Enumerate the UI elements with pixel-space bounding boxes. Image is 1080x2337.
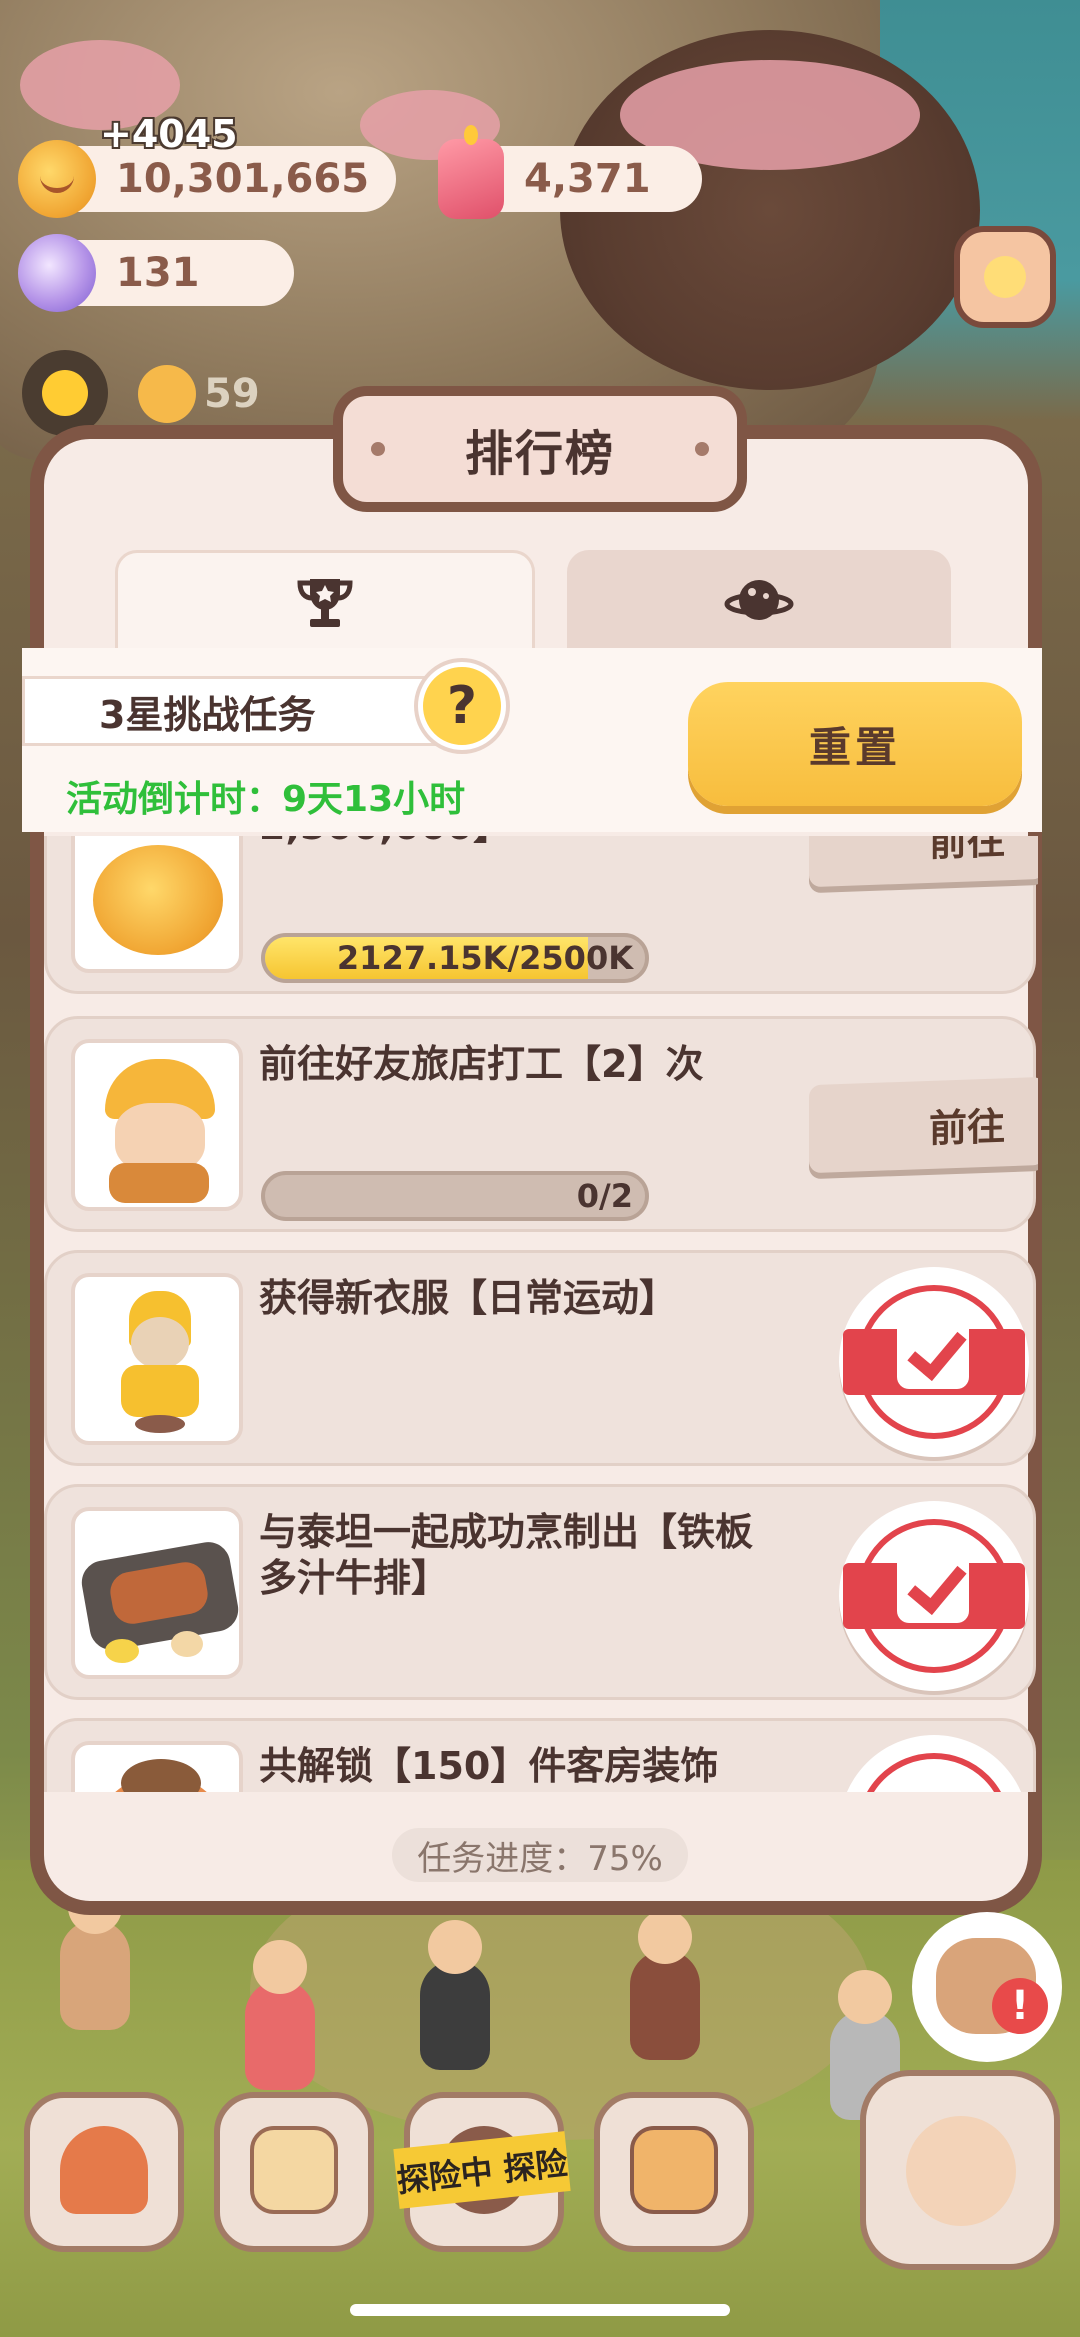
trophy-icon <box>297 579 353 627</box>
villager[interactable] <box>60 1880 130 2030</box>
crystal-candy-icon <box>18 234 96 312</box>
villager[interactable] <box>420 1920 490 2070</box>
dialog-title: 排行榜 <box>464 426 615 482</box>
crystal-counter[interactable]: 131 <box>18 234 294 312</box>
task-title: 2,500,000】 <box>259 836 779 849</box>
task-progress-text: 2127.15K/2500K <box>336 939 633 977</box>
completed-stamp-icon <box>839 1501 1029 1691</box>
task-progress-bar: 2127.15K/2500K <box>261 933 649 983</box>
outfit-doll-icon <box>71 1273 243 1445</box>
gem-counter[interactable]: 4,371 <box>438 125 702 219</box>
tab-planet[interactable] <box>567 550 951 650</box>
shop-icon <box>630 2126 718 2214</box>
completed-stamp-icon <box>839 1267 1029 1457</box>
task-card: 共解锁【150】件客房装饰 <box>44 1718 1036 1792</box>
question-icon: ? <box>446 676 478 736</box>
task-card: 与泰坦一起成功烹制出【铁板多汁牛排】 <box>44 1484 1036 1700</box>
go-label: 前往 <box>928 836 1005 865</box>
villager[interactable] <box>630 1910 700 2060</box>
nav-home-button[interactable] <box>24 2092 184 2252</box>
task-title: 获得新衣服【日常运动】 <box>259 1276 678 1320</box>
candle-gem-icon <box>438 125 504 219</box>
nav-notebook-button[interactable] <box>214 2092 374 2252</box>
task-card: 获得新衣服【日常运动】 <box>44 1250 1036 1466</box>
reset-label: 重置 <box>808 722 901 772</box>
reset-button[interactable]: 重置 <box>688 682 1022 806</box>
coin-gain: +4045 <box>100 112 238 156</box>
task-progress-summary: 任务进度：75% <box>392 1828 688 1882</box>
go-label: 前往 <box>928 1103 1005 1151</box>
event-countdown: 活动倒计时：9天13小时 <box>66 779 466 820</box>
sun-icon[interactable] <box>22 350 108 436</box>
notebook-icon <box>250 2126 338 2214</box>
task-progress-text: 0/2 <box>576 1177 633 1215</box>
mushroom-house-icon <box>60 2126 148 2214</box>
challenge-title: 3星挑战任务 <box>99 692 316 737</box>
dialog-title-plate: 排行榜 <box>333 386 747 512</box>
planet-icon <box>724 580 794 620</box>
go-button[interactable]: 前往 <box>809 836 1038 888</box>
help-button[interactable]: ? <box>418 662 506 750</box>
cookie-coin-icon <box>71 836 243 973</box>
home-indicator[interactable] <box>350 2304 730 2316</box>
coin-amount: 10,301,665 <box>116 156 370 202</box>
worker-girl-icon <box>71 1039 243 1211</box>
guest-icon <box>138 365 196 423</box>
steak-plate-icon <box>71 1507 243 1679</box>
guest-counter: 59 <box>138 362 288 426</box>
tab-trophy[interactable] <box>115 550 535 653</box>
fish-cat-icon <box>906 2116 1016 2226</box>
nav-fish-cat-button[interactable] <box>860 2070 1060 2270</box>
crystal-amount: 131 <box>116 250 200 296</box>
villager[interactable] <box>245 1940 315 2090</box>
cookie-coin-icon <box>18 140 96 218</box>
exploring-label: 探险中 探险 <box>395 2144 570 2200</box>
gem-amount: 4,371 <box>524 156 651 202</box>
alert-badge-icon: ! <box>992 1978 1048 2034</box>
go-button[interactable]: 前往 <box>809 1076 1038 1174</box>
flower-settings-icon[interactable] <box>954 226 1056 328</box>
completed-stamp-icon <box>839 1735 1029 1792</box>
task-progress-label: 任务进度：75% <box>417 1838 663 1879</box>
task-list[interactable]: 2,500,000】 2127.15K/2500K 前往 前往好友旅店打工【2】… <box>44 836 1038 1792</box>
task-title: 与泰坦一起成功烹制出【铁板多汁牛排】 <box>259 1510 754 1600</box>
task-title: 共解锁【150】件客房装饰 <box>259 1744 719 1788</box>
task-card: 前往好友旅店打工【2】次 0/2 前往 <box>44 1016 1038 1232</box>
decor-icon <box>71 1741 243 1792</box>
task-progress-bar: 0/2 <box>261 1171 649 1221</box>
nav-shop-button[interactable] <box>594 2092 754 2252</box>
guest-count: 59 <box>204 371 260 417</box>
task-title: 前往好友旅店打工【2】次 <box>259 1042 704 1086</box>
task-card: 2,500,000】 2127.15K/2500K 前往 <box>44 836 1038 994</box>
challenge-title-pill: 3星挑战任务 <box>22 676 482 746</box>
